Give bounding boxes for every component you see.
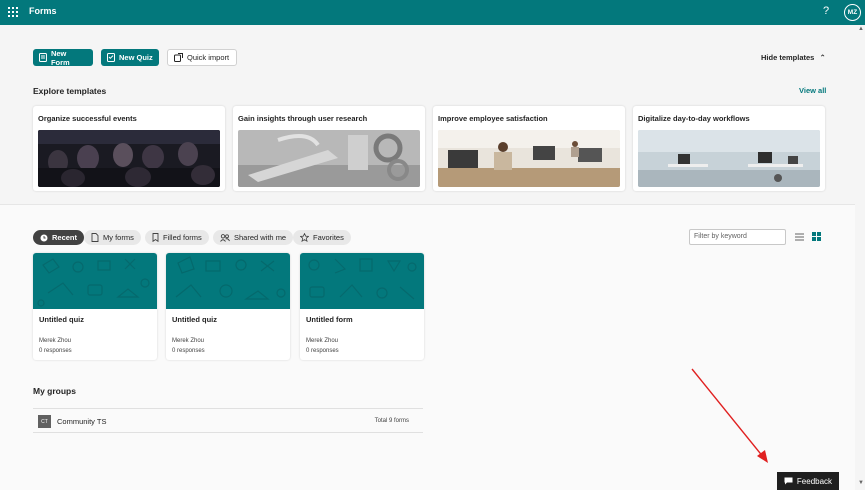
new-quiz-label: New Quiz — [119, 53, 153, 62]
quick-import-button[interactable]: Quick import — [167, 49, 237, 66]
group-name: Community TS — [57, 417, 107, 426]
group-count: Total 9 forms — [374, 418, 409, 424]
feedback-label: Feedback — [796, 476, 833, 486]
form-card-title: Untitled quiz — [39, 315, 84, 324]
filter-pill-label: Filled forms — [163, 233, 202, 242]
groups-heading: My groups — [33, 386, 76, 396]
templates-heading: Explore templates — [33, 86, 107, 96]
avatar[interactable]: MZ — [844, 4, 861, 21]
form-card[interactable]: Untitled quiz Merek Zhou 0 responses — [33, 253, 157, 360]
form-card-responses: 0 responses — [39, 348, 72, 354]
filter-pill-favorites[interactable]: Favorites — [293, 230, 351, 245]
app-launcher-icon[interactable] — [8, 7, 18, 17]
new-quiz-button[interactable]: New Quiz — [101, 49, 159, 66]
hide-templates-button[interactable]: Hide templates ⌃ — [761, 53, 826, 62]
filter-pill-filled-forms[interactable]: Filled forms — [145, 230, 209, 245]
filter-keyword-input[interactable]: Filter by keyword — [689, 229, 786, 245]
group-badge: CT — [38, 415, 51, 428]
audience-image — [38, 130, 220, 187]
form-card-banner — [166, 253, 290, 309]
filter-pill-shared[interactable]: Shared with me — [213, 230, 294, 245]
scroll-down-icon[interactable]: ▼ — [858, 480, 864, 486]
scroll-up-icon[interactable]: ▲ — [858, 26, 864, 32]
people-icon — [220, 233, 230, 242]
office-worker-image — [438, 130, 620, 187]
template-card-title: Digitalize day-to-day workflows — [638, 114, 750, 123]
form-card-owner: Merek Zhou — [39, 338, 72, 344]
help-icon[interactable]: ? — [823, 5, 829, 17]
app-header: Forms ? MZ — [0, 0, 865, 25]
template-card-employee[interactable]: Improve employee satisfaction — [433, 106, 625, 191]
document-icon — [91, 233, 99, 242]
workspace-image — [638, 130, 820, 187]
form-card[interactable]: Untitled form Merek Zhou 0 responses — [300, 253, 424, 360]
quiz-icon — [107, 53, 115, 62]
template-card-title: Improve employee satisfaction — [438, 114, 548, 123]
template-card-title: Organize successful events — [38, 114, 137, 123]
form-icon — [39, 53, 47, 62]
chat-icon — [784, 477, 793, 485]
import-icon — [174, 53, 183, 62]
quick-import-label: Quick import — [187, 53, 230, 62]
new-form-label: New Form — [50, 48, 70, 67]
filter-pill-my-forms[interactable]: My forms — [84, 230, 141, 245]
template-card-research[interactable]: Gain insights through user research — [233, 106, 425, 191]
view-all-link[interactable]: View all — [799, 86, 826, 95]
form-card[interactable]: Untitled quiz Merek Zhou 0 responses — [166, 253, 290, 360]
list-view-icon[interactable] — [795, 233, 804, 241]
form-card-banner — [300, 253, 424, 309]
template-card-title: Gain insights through user research — [238, 114, 368, 123]
star-icon — [300, 233, 309, 242]
form-card-owner: Merek Zhou — [306, 338, 339, 344]
form-card-responses: 0 responses — [172, 348, 205, 354]
feedback-button[interactable]: Feedback — [777, 472, 839, 490]
grid-view-icon[interactable] — [812, 232, 821, 241]
template-card-workflows[interactable]: Digitalize day-to-day workflows — [633, 106, 825, 191]
filter-pill-label: My forms — [103, 233, 134, 242]
group-row[interactable]: CT Community TS Total 9 forms — [33, 408, 423, 433]
form-card-title: Untitled form — [306, 315, 353, 324]
clock-icon — [40, 234, 48, 241]
filter-pill-label: Recent — [52, 233, 78, 242]
filter-pill-recent[interactable]: Recent — [33, 230, 85, 245]
tools-image — [238, 130, 420, 187]
filter-pill-label: Shared with me — [234, 233, 287, 242]
form-card-owner: Merek Zhou — [172, 338, 205, 344]
filter-pill-label: Favorites — [313, 233, 344, 242]
form-card-responses: 0 responses — [306, 348, 339, 354]
bookmark-icon — [152, 233, 159, 242]
new-form-button[interactable]: New Form — [33, 48, 93, 67]
hide-templates-label: Hide templates — [761, 53, 815, 62]
chevron-up-icon: ⌃ — [819, 53, 826, 62]
template-card-events[interactable]: Organize successful events — [33, 106, 225, 191]
form-card-title: Untitled quiz — [172, 315, 217, 324]
form-card-banner — [33, 253, 157, 309]
app-title[interactable]: Forms — [29, 6, 57, 16]
